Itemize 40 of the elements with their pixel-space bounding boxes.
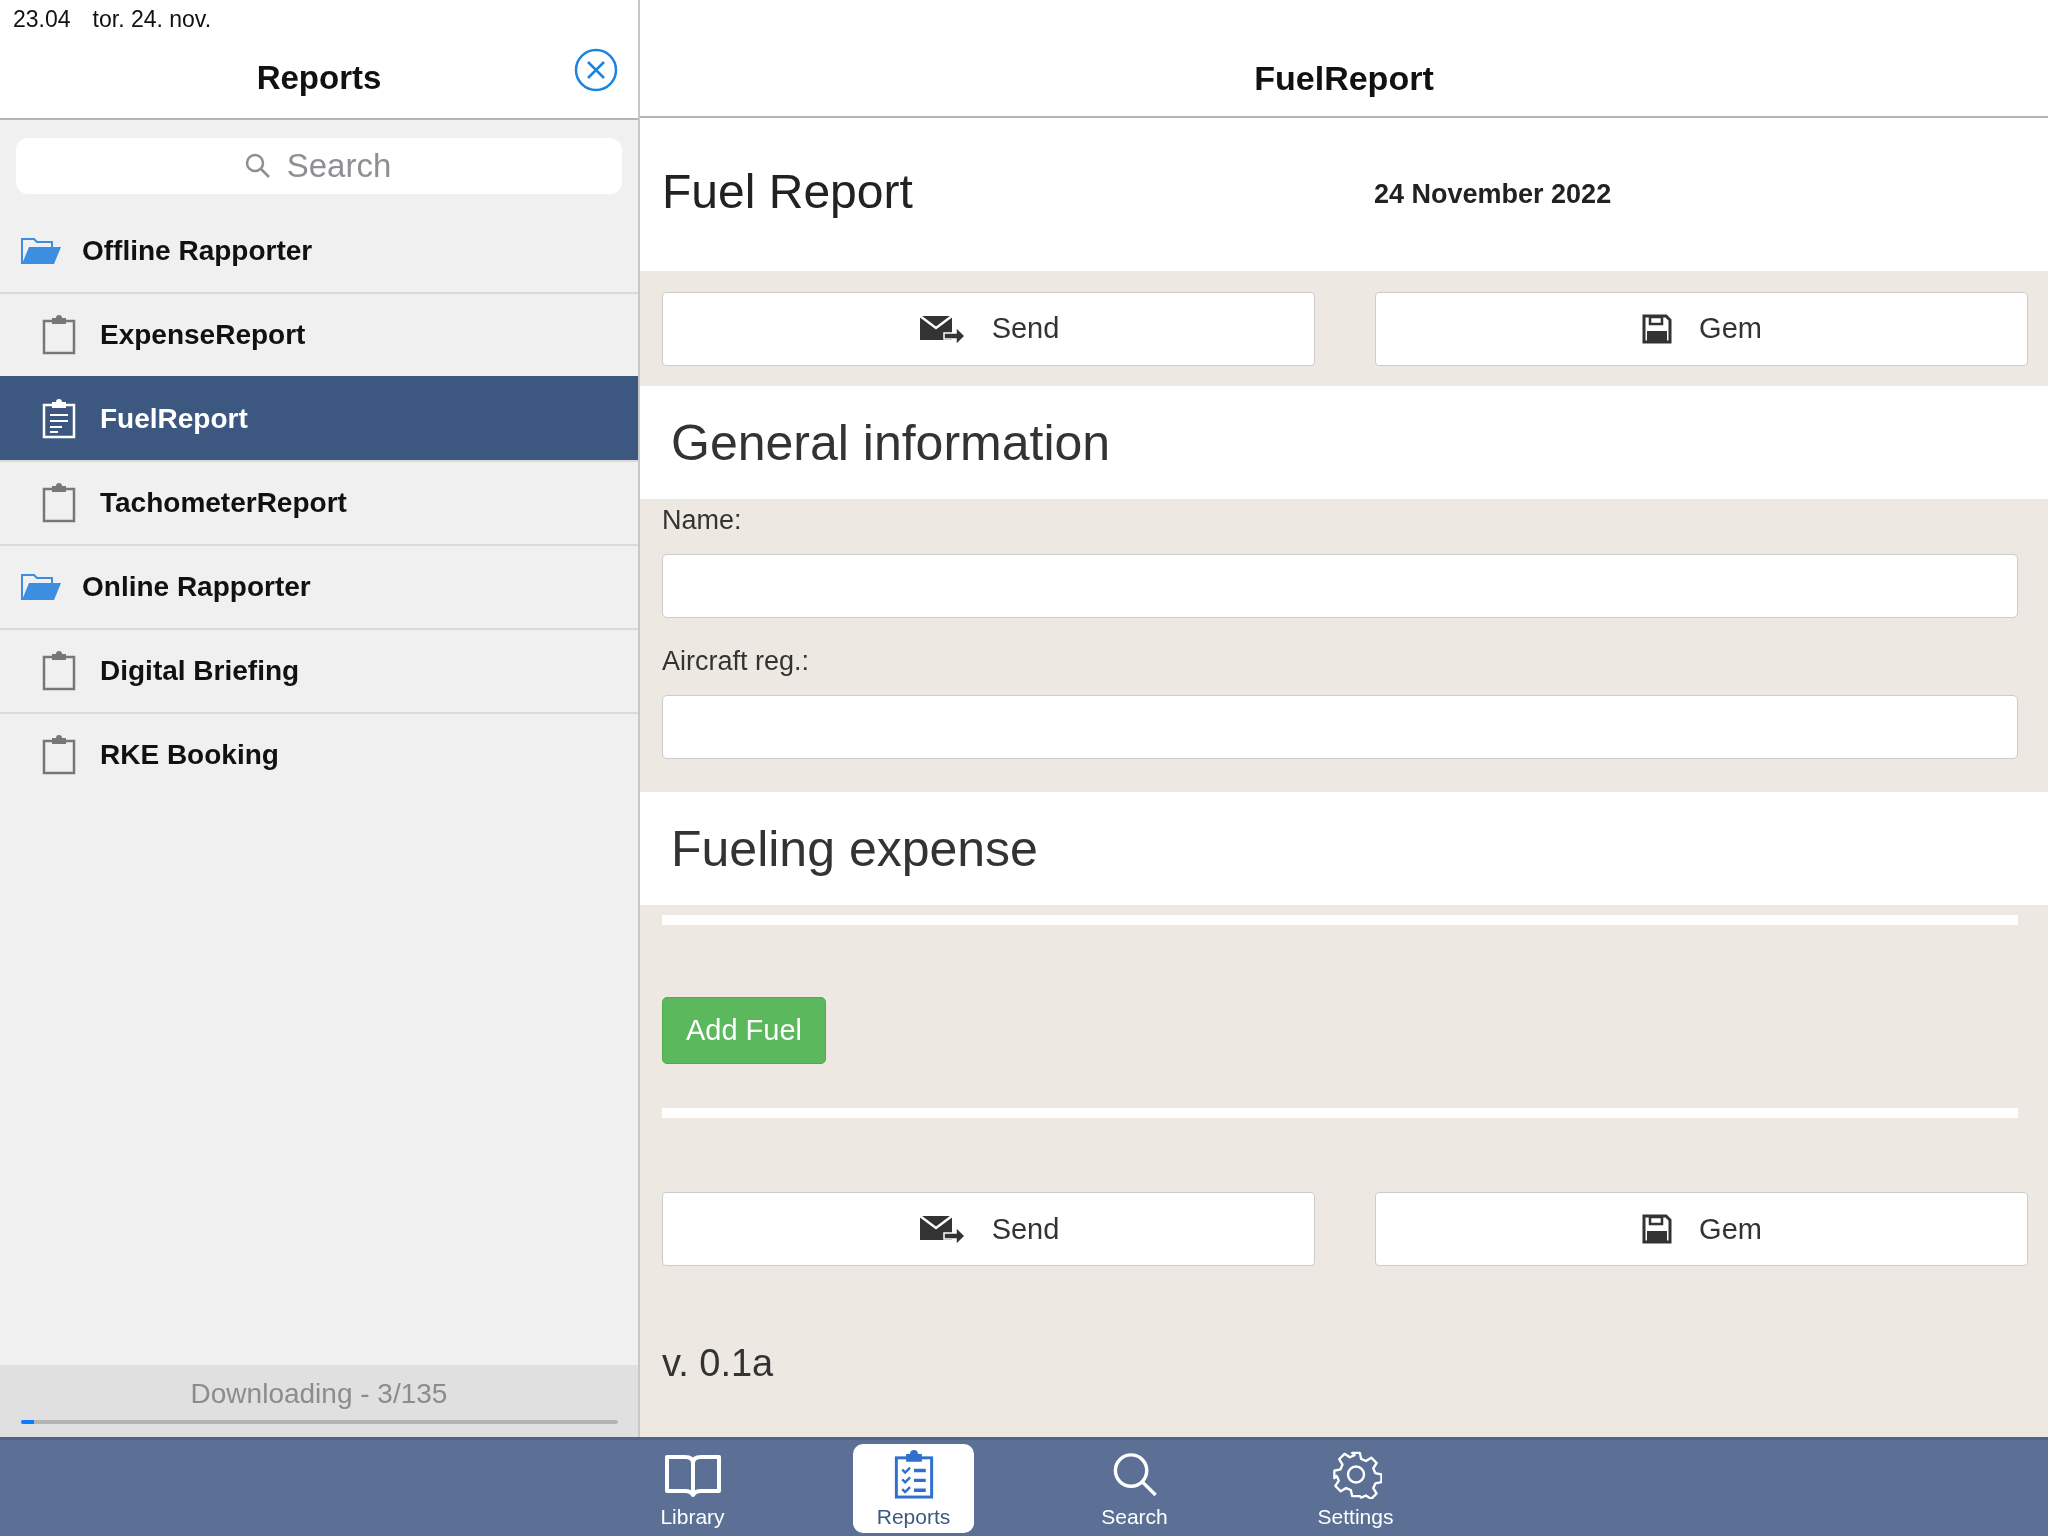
close-button[interactable] bbox=[574, 48, 618, 92]
section-title: Fueling expense bbox=[671, 819, 1038, 878]
tab-bar-item[interactable]: Search bbox=[1074, 1444, 1195, 1533]
clipboard-icon bbox=[42, 651, 76, 691]
section-title: General information bbox=[671, 413, 1111, 472]
report-item[interactable]: RKE Booking bbox=[0, 712, 638, 796]
send-button[interactable]: Send bbox=[662, 291, 1315, 366]
sidebar-title: Reports bbox=[256, 59, 382, 97]
report-title: Fuel Report bbox=[662, 164, 914, 219]
open-folder-icon bbox=[20, 572, 62, 602]
search-field[interactable]: Search bbox=[16, 138, 622, 194]
tab-bar-item[interactable]: Library bbox=[632, 1444, 753, 1533]
version-label: v. 0.1a bbox=[662, 1341, 774, 1385]
mail-send-icon bbox=[917, 1213, 966, 1245]
folder-item[interactable]: Online Rapporter bbox=[0, 544, 638, 628]
report-date: 24 November 2022 bbox=[1374, 179, 1612, 210]
field-label: Aircraft reg.: bbox=[662, 646, 810, 677]
input-field[interactable] bbox=[662, 695, 2018, 759]
open-folder-icon bbox=[20, 236, 62, 266]
clipboard-icon bbox=[42, 735, 76, 775]
search-icon bbox=[244, 152, 272, 180]
download-status: Downloading - 3/135 bbox=[190, 1378, 448, 1410]
clipboard-icon bbox=[42, 399, 76, 439]
send-button[interactable]: Send bbox=[662, 1192, 1315, 1266]
save-button[interactable]: Gem bbox=[1375, 1192, 2028, 1266]
folder-item[interactable]: Offline Rapporter bbox=[0, 210, 638, 292]
field-label: Name: bbox=[662, 505, 742, 536]
nav-title: FuelReport bbox=[1254, 58, 1434, 98]
tab-bar-item[interactable]: Settings bbox=[1295, 1444, 1416, 1533]
input-field[interactable] bbox=[662, 554, 2018, 618]
report-item[interactable]: FuelReport bbox=[0, 376, 638, 460]
tab-bar-item[interactable]: Reports bbox=[853, 1444, 974, 1533]
save-button[interactable]: Gem bbox=[1375, 291, 2028, 366]
close-icon bbox=[574, 48, 618, 92]
report-item[interactable]: TachometerReport bbox=[0, 460, 638, 544]
clipboard-icon bbox=[42, 483, 76, 523]
status-date: tor. 24. nov. bbox=[92, 6, 212, 34]
report-item[interactable]: Digital Briefing bbox=[0, 628, 638, 712]
status-time: 23.04 bbox=[13, 6, 71, 34]
clipboard-icon bbox=[42, 315, 76, 355]
